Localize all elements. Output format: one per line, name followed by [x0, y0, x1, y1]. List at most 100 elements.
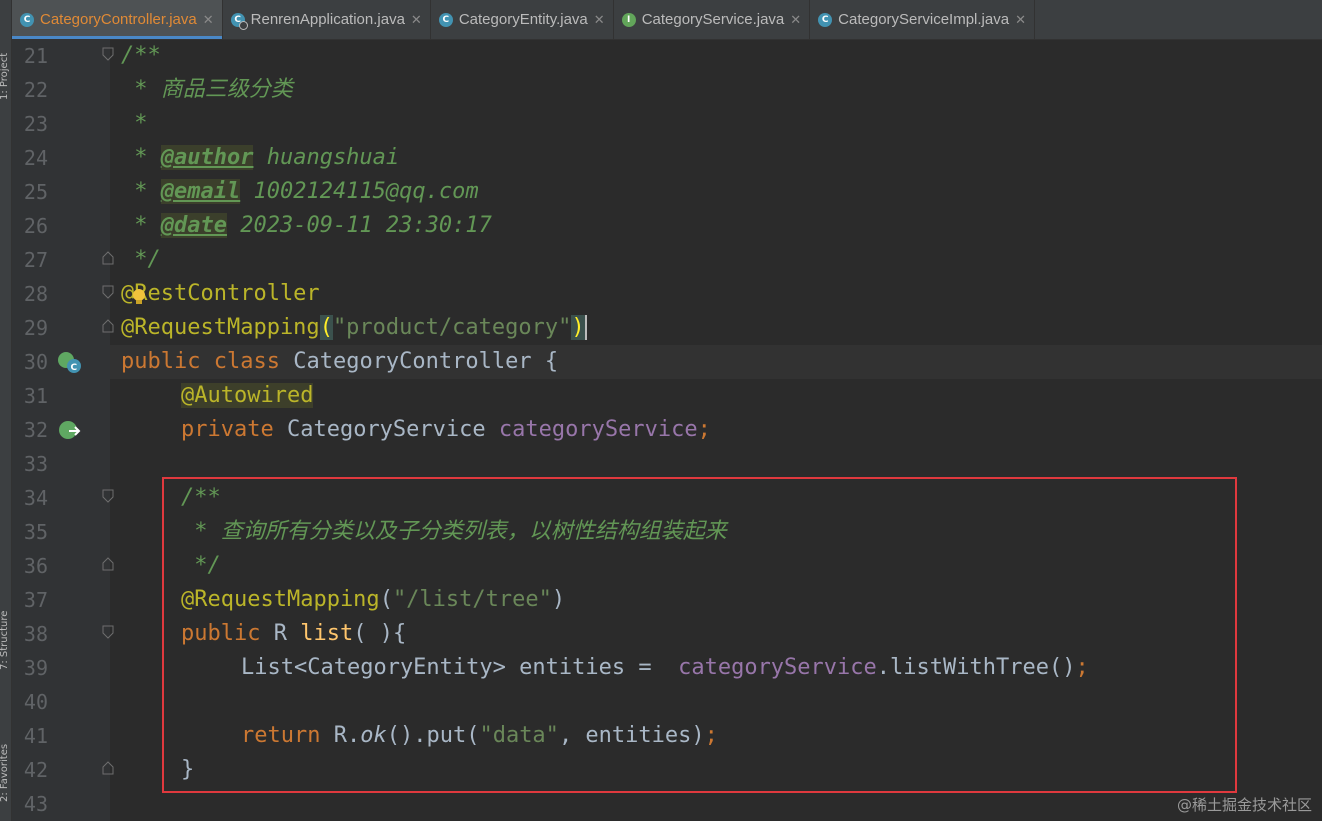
code-text: * 商品三级分类: [121, 73, 293, 107]
keyword: class: [213, 349, 280, 374]
close-icon[interactable]: ✕: [411, 12, 422, 28]
code-text: /**: [121, 43, 161, 68]
svg-text:C: C: [71, 363, 78, 373]
comment-text: huangshuai: [253, 145, 400, 170]
code-line: 27 */: [0, 243, 1322, 277]
tab-category-service-impl[interactable]: C CategoryServiceImpl.java ✕: [810, 0, 1035, 39]
spring-bean-icon[interactable]: C: [57, 351, 83, 375]
line-number: 40: [23, 690, 48, 714]
line-number: 31: [23, 384, 48, 408]
paren-match: ): [571, 315, 585, 340]
comment-text: 商品三级分类: [160, 77, 293, 102]
line-number: 26: [23, 214, 48, 238]
keyword: private: [181, 417, 274, 442]
code-line: 32 private CategoryService categoryServi…: [0, 413, 1322, 447]
lightbulb-icon[interactable]: [131, 284, 147, 304]
watermark: @稀土掘金技术社区: [1176, 796, 1312, 814]
text-caret: [584, 315, 587, 340]
line-number: 24: [23, 146, 48, 170]
javadoc-tag: @date: [160, 213, 227, 238]
code-line: 22 * 商品三级分类: [0, 73, 1322, 107]
code-line: 31 @Autowired: [0, 379, 1322, 413]
tab-category-controller[interactable]: C CategoryController.java ✕: [12, 0, 223, 39]
fold-close-icon[interactable]: [102, 557, 114, 571]
string-literal: "product/category": [332, 315, 572, 340]
line-number: 33: [23, 452, 48, 476]
code-text: *: [121, 111, 148, 136]
annotation: @Autowired: [181, 383, 314, 408]
comment-text: 1002124115@qq.com: [240, 179, 479, 204]
fold-close-icon[interactable]: [102, 251, 114, 265]
class-icon: C: [818, 12, 833, 27]
line-number: 35: [23, 520, 48, 544]
line-number: 29: [23, 316, 48, 340]
fold-open-icon[interactable]: [102, 285, 114, 299]
tab-label: CategoryService.java: [641, 11, 785, 28]
code-text: * @date 2023-09-11 23:30:17: [121, 209, 492, 243]
highlight-box: [162, 477, 1237, 793]
tab-label: RenrenApplication.java: [250, 11, 405, 28]
code-text: */: [121, 247, 161, 272]
app-class-icon: C: [230, 12, 248, 30]
code-line: 24 * @author huangshuai: [0, 141, 1322, 175]
javadoc-tag: @author: [160, 145, 254, 170]
code-line: 23 *: [0, 107, 1322, 141]
close-icon[interactable]: ✕: [1015, 12, 1026, 28]
code-text: * @email 1002124115@qq.com: [121, 175, 479, 209]
tab-renren-application[interactable]: C RenrenApplication.java ✕: [223, 0, 431, 39]
line-number: 41: [23, 724, 48, 748]
line-number: 25: [23, 180, 48, 204]
fold-open-icon[interactable]: [102, 47, 114, 61]
line-number: 23: [23, 112, 48, 136]
navigate-bean-icon[interactable]: [57, 419, 83, 443]
fold-close-icon[interactable]: [102, 761, 114, 775]
line-number: 27: [23, 248, 48, 272]
fold-close-icon[interactable]: [102, 319, 114, 333]
code-line: 21 /**: [0, 39, 1322, 73]
comment-star: *: [121, 77, 161, 102]
code-text: @Autowired: [181, 379, 314, 413]
line-number: 36: [23, 554, 48, 578]
code-line: 26 * @date 2023-09-11 23:30:17: [0, 209, 1322, 243]
class-name: CategoryController {: [293, 349, 559, 374]
tab-label: CategoryController.java: [40, 11, 197, 28]
line-number: 39: [23, 656, 48, 680]
close-icon[interactable]: ✕: [790, 12, 801, 28]
comment-star: *: [121, 213, 161, 238]
comment-star: *: [121, 179, 161, 204]
close-icon[interactable]: ✕: [203, 12, 214, 28]
tab-label: CategoryEntity.java: [458, 11, 588, 28]
class-icon: C: [438, 12, 453, 27]
code-line: 25 * @email 1002124115@qq.com: [0, 175, 1322, 209]
class-icon: C: [20, 12, 34, 27]
line-number: 22: [23, 78, 48, 102]
line-number: 32: [23, 418, 48, 442]
line-number: 42: [23, 758, 48, 782]
line-number: 38: [23, 622, 48, 646]
interface-icon: I: [621, 12, 636, 27]
code-text: @RequestMapping("product/category"): [121, 311, 587, 345]
tab-category-entity[interactable]: C CategoryEntity.java ✕: [431, 0, 614, 39]
code-line: 33: [0, 447, 1322, 481]
javadoc-tag: @email: [160, 179, 241, 204]
code-line: 29 @RequestMapping("product/category"): [0, 311, 1322, 345]
tab-label: CategoryServiceImpl.java: [838, 11, 1010, 28]
line-number: 28: [23, 282, 48, 306]
line-number: 30: [23, 350, 48, 374]
comment-text: 2023-09-11 23:30:17: [226, 213, 492, 238]
annotation: @RestController: [121, 281, 320, 306]
line-number: 43: [23, 792, 48, 816]
close-icon[interactable]: ✕: [594, 12, 605, 28]
field-name: categoryService: [498, 417, 698, 442]
keyword: public: [121, 349, 201, 374]
comment-star: *: [121, 145, 161, 170]
line-number: 21: [23, 44, 48, 68]
fold-open-icon[interactable]: [102, 489, 114, 503]
code-line: 30 C public class CategoryController {: [0, 345, 1322, 379]
annotation: @RequestMapping: [121, 315, 320, 340]
paren-match: (: [319, 315, 333, 340]
line-number: 34: [23, 486, 48, 510]
tab-category-service[interactable]: I CategoryService.java ✕: [614, 0, 811, 39]
fold-open-icon[interactable]: [102, 625, 114, 639]
code-text: private CategoryService categoryService;: [181, 417, 711, 442]
